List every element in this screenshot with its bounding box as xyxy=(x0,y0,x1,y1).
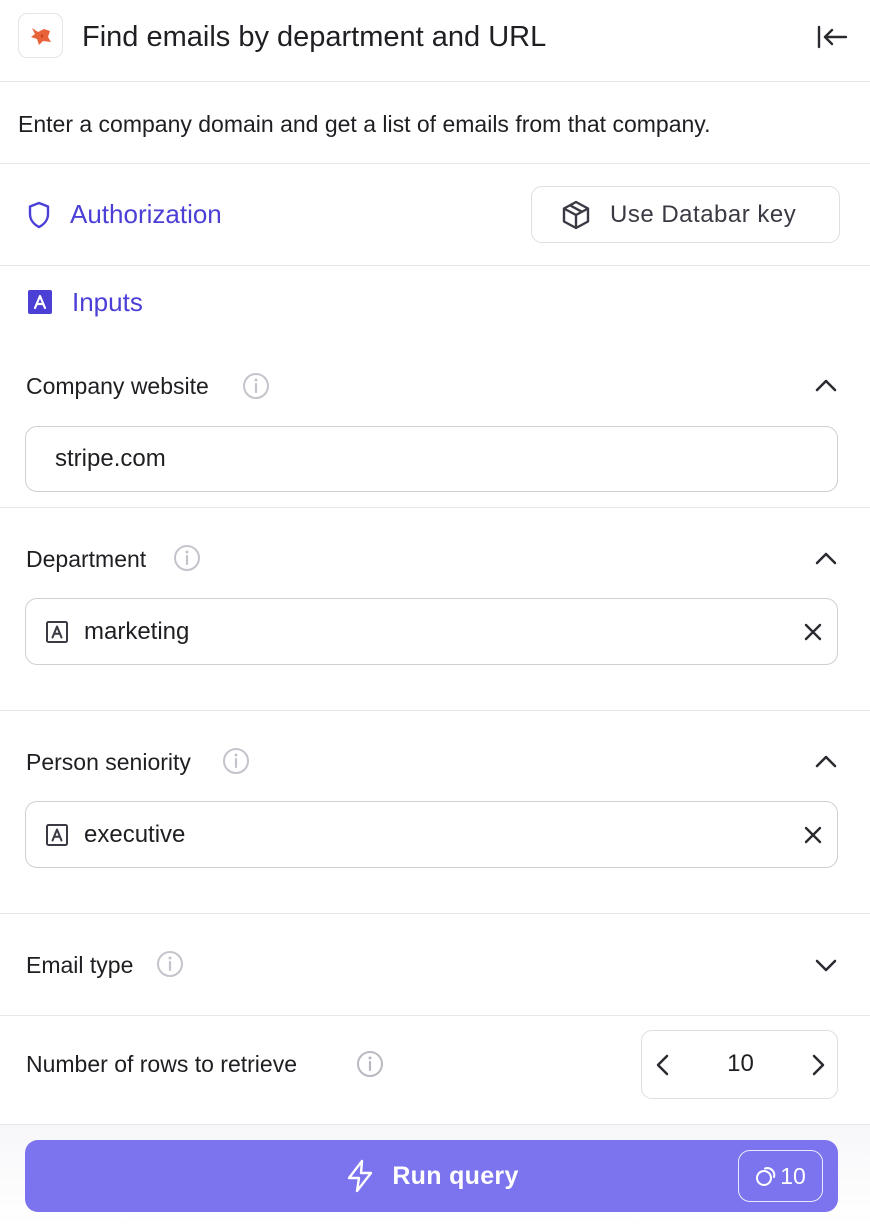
rows-to-retrieve-field: Number of rows to retrieve 10 xyxy=(0,1016,870,1124)
run-query-label: Run query xyxy=(392,1161,519,1190)
info-icon[interactable] xyxy=(242,372,270,400)
use-databar-key-button[interactable]: Use Databar key xyxy=(531,186,840,243)
chevron-up-icon[interactable] xyxy=(812,372,840,400)
rows-stepper[interactable]: 10 xyxy=(641,1030,838,1099)
use-databar-key-label: Use Databar key xyxy=(610,200,797,228)
chevron-up-icon[interactable] xyxy=(812,748,840,776)
chevron-right-icon[interactable] xyxy=(804,1051,832,1079)
shield-icon xyxy=(28,201,50,229)
run-query-content: Run query xyxy=(25,1140,838,1212)
authorization-section: Authorization Use Databar key xyxy=(0,164,870,266)
text-a-icon xyxy=(46,824,68,846)
panel-footer: Run query 10 xyxy=(0,1124,870,1226)
run-query-button[interactable]: Run query 10 xyxy=(25,1140,838,1212)
authorization-title: Authorization xyxy=(70,199,222,229)
info-icon[interactable] xyxy=(173,544,201,572)
department-value: marketing xyxy=(84,618,190,645)
email-type-field[interactable]: Email type xyxy=(0,914,870,1016)
coins-icon xyxy=(756,1167,776,1186)
text-a-icon xyxy=(46,621,68,643)
department-label: Department xyxy=(26,546,147,572)
company-website-input[interactable]: stripe.com xyxy=(25,426,838,492)
info-icon[interactable] xyxy=(156,950,184,978)
text-a-icon xyxy=(28,290,52,314)
rows-to-retrieve-label: Number of rows to retrieve xyxy=(26,1051,297,1077)
person-seniority-input[interactable]: executive xyxy=(25,801,838,868)
cube-icon xyxy=(562,200,590,229)
credit-cost-badge: 10 xyxy=(738,1150,823,1202)
person-seniority-value: executive xyxy=(84,821,186,848)
inputs-section-header: Inputs xyxy=(0,266,870,336)
department-input[interactable]: marketing xyxy=(25,598,838,665)
fox-logo-icon xyxy=(18,13,63,58)
person-seniority-label: Person seniority xyxy=(26,749,191,775)
info-icon[interactable] xyxy=(222,747,250,775)
company-website-label: Company website xyxy=(26,373,209,399)
department-field: Department marketing xyxy=(0,508,870,711)
info-icon[interactable] xyxy=(356,1050,384,1078)
email-type-label: Email type xyxy=(26,952,134,978)
company-website-value: stripe.com xyxy=(55,445,166,472)
collapse-panel-button[interactable] xyxy=(812,20,852,54)
person-seniority-field: Person seniority executive xyxy=(0,711,870,914)
description-text: Enter a company domain and get a list of… xyxy=(18,111,711,137)
close-icon[interactable] xyxy=(800,619,826,645)
credit-cost-value: 10 xyxy=(780,1162,806,1189)
chevron-up-icon[interactable] xyxy=(812,545,840,573)
chevron-down-icon[interactable] xyxy=(812,951,840,979)
inputs-title: Inputs xyxy=(72,287,143,317)
panel-header: Find emails by department and URL xyxy=(0,0,870,82)
page-title: Find emails by department and URL xyxy=(82,21,547,53)
collapse-left-icon xyxy=(817,25,848,49)
lightning-icon xyxy=(348,1159,373,1193)
close-icon[interactable] xyxy=(800,822,826,848)
company-website-field: Company website stripe.com xyxy=(0,336,870,508)
description-section: Enter a company domain and get a list of… xyxy=(0,82,870,164)
